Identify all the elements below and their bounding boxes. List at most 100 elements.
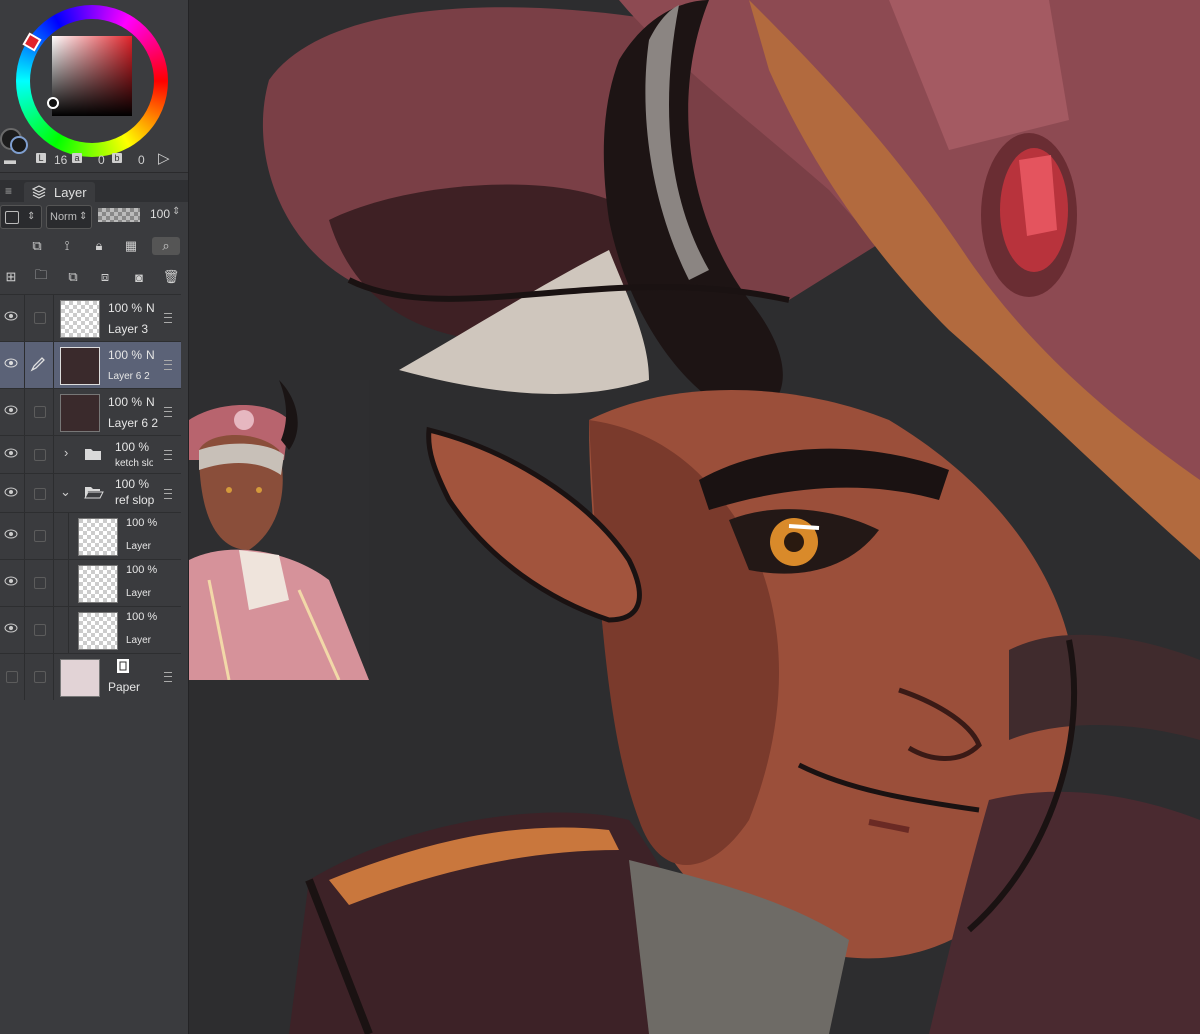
b-value: 0 (138, 153, 145, 167)
layer-color-selector[interactable]: ⇕ (0, 205, 42, 229)
layer-checkbox[interactable] (34, 406, 46, 418)
layer-checkbox[interactable] (34, 530, 46, 542)
chevron-right-icon[interactable]: › (64, 445, 68, 460)
blend-mode-select[interactable]: Norm ⇕ (46, 205, 92, 229)
layer-menu-icon[interactable] (164, 672, 172, 682)
reference-illustration (189, 380, 369, 680)
pen-icon (30, 357, 45, 372)
folder-row[interactable]: › 100 % ketch slo (0, 435, 181, 473)
layer-opacity: 100 % (126, 517, 158, 529)
layer-checkbox[interactable] (34, 312, 46, 324)
tab-layer-label: Layer (54, 185, 87, 200)
layer-opacity: 100 % (108, 301, 143, 315)
new-layer-icon[interactable]: ⊞ (2, 268, 20, 286)
layer-mode: N (146, 395, 155, 409)
color-wheel-panel: ▬ L 16 a 0 b 0 ▷ (0, 0, 188, 173)
saturation-value-square[interactable] (52, 36, 132, 116)
opacity-value[interactable]: 100 (150, 207, 170, 221)
a-label: a (72, 153, 82, 163)
layer-opacity: 100 % (126, 564, 158, 576)
tab-layer[interactable]: Layer (24, 182, 95, 202)
clip-layer-icon[interactable]: ⌕ (152, 237, 180, 255)
l-value: 16 (54, 153, 68, 167)
layer-row[interactable]: 100 % Layer (0, 559, 181, 606)
layer-opacity: 100 % (126, 611, 158, 623)
eye-icon[interactable] (4, 529, 18, 539)
layer-name: Layer 6 2 (108, 416, 159, 430)
paper-thumbnail (60, 659, 100, 697)
layer-name: Layer 3 (108, 322, 149, 336)
trash-icon[interactable]: 🗑︎ (162, 268, 180, 286)
mask-icon[interactable]: ◙ (130, 268, 148, 286)
reference-image (189, 380, 369, 680)
a-value: 0 (98, 153, 105, 167)
layer-checkbox[interactable] (34, 577, 46, 589)
b-label: b (112, 153, 122, 163)
layer-menu-icon[interactable] (164, 489, 172, 499)
layer-thumbnail (78, 565, 118, 603)
reference-layer-icon[interactable]: ⧉ (28, 237, 46, 255)
layer-row[interactable]: 100 % Layer (0, 512, 181, 559)
layer-thumbnail (78, 518, 118, 556)
play-icon[interactable]: ▷ (158, 149, 170, 167)
eye-icon[interactable] (4, 358, 18, 368)
layer-thumbnail (60, 394, 100, 432)
eye-icon[interactable] (4, 448, 18, 458)
layer-name: Layer (126, 588, 152, 599)
chevron-down-icon[interactable]: ⌄ (60, 484, 71, 500)
menu-icon[interactable]: ≡ (5, 184, 12, 198)
layer-menu-icon[interactable] (164, 450, 172, 460)
copy-layer-icon[interactable]: ⧉ (64, 268, 82, 286)
layer-checkbox[interactable] (34, 624, 46, 636)
layer-checkbox[interactable] (34, 488, 46, 500)
layer-stack-icon (32, 185, 46, 199)
layer-menu-icon[interactable] (164, 313, 172, 323)
layer-menu-icon[interactable] (164, 407, 172, 417)
layer-name: Layer (126, 635, 152, 646)
l-label: L (36, 153, 46, 163)
folder-opacity: 100 % (115, 440, 150, 454)
layer-mode: N (146, 301, 155, 315)
brush-size-icon: ▬ (4, 153, 16, 167)
eye-icon[interactable] (4, 487, 18, 497)
layer-row-selected[interactable]: 100 % N Layer 6 2 C (0, 341, 181, 388)
blend-mode-value: Norm (50, 211, 77, 223)
eye-icon[interactable] (4, 623, 18, 633)
folder-name: ref slop (115, 493, 155, 507)
layer-opacity: 100 % (108, 348, 143, 362)
lock-icon[interactable]: 🔒︎ (90, 237, 108, 255)
draft-layer-icon[interactable]: ⟟ (58, 237, 76, 255)
layer-thumbnail (78, 612, 118, 650)
sv-marker[interactable] (47, 97, 59, 109)
opacity-stepper[interactable]: ⇕ (172, 206, 180, 217)
layer-row[interactable]: 100 % N Layer 3 (0, 294, 181, 341)
folder-icon (85, 449, 101, 460)
opacity-slider[interactable] (98, 208, 140, 222)
layer-row[interactable]: 100 % Layer (0, 606, 181, 653)
merge-layer-icon[interactable]: ⧈ (96, 268, 114, 286)
layer-opacity: 100 % (108, 395, 143, 409)
eye-icon[interactable] (4, 311, 18, 321)
layer-checkbox[interactable] (34, 449, 46, 461)
layer-name: Layer (126, 541, 152, 552)
folder-name: ketch slo (115, 458, 153, 469)
eye-icon[interactable] (4, 405, 18, 415)
layer-row[interactable]: 100 % N Layer 6 2 (0, 388, 181, 435)
color-readout: ▬ L 16 a 0 b 0 ▷ (0, 149, 188, 170)
new-folder-icon[interactable]: 🗀︎ (32, 267, 50, 286)
eye-icon[interactable] (4, 576, 18, 586)
layer-mode: N (146, 348, 155, 362)
side-panel: ▬ L 16 a 0 b 0 ▷ ≡ Layer ⇕ Norm ⇕ 100 ⇕ … (0, 0, 189, 1034)
layer-menu-icon[interactable] (164, 360, 172, 370)
lock-transparency-icon[interactable]: ▦ (122, 237, 140, 255)
layer-thumbnail (60, 347, 100, 385)
folder-row[interactable]: ⌄ 100 % ref slop (0, 473, 181, 512)
layer-checkbox[interactable] (34, 671, 46, 683)
layer-checkbox[interactable] (6, 671, 18, 683)
layer-name: Layer 6 2 C (108, 371, 152, 382)
folder-open-icon (84, 487, 104, 499)
folder-opacity: 100 % (115, 477, 150, 491)
paper-icon (117, 659, 129, 673)
paper-layer-row[interactable]: Paper (0, 653, 181, 700)
layer-thumbnail (60, 300, 100, 338)
